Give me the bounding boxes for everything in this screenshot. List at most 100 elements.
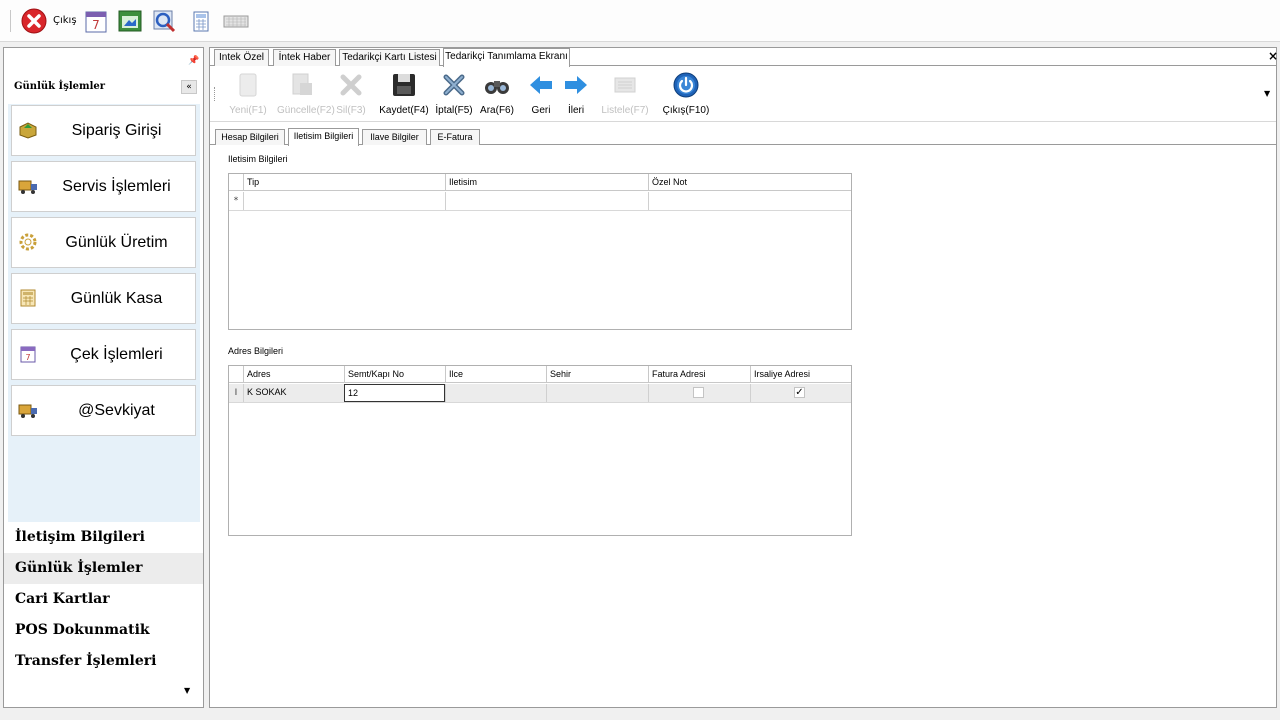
nav-group-gunluk[interactable]: Günlük İşlemler [4, 553, 203, 584]
table-row[interactable]: * [229, 192, 851, 211]
svg-text:7: 7 [92, 18, 100, 32]
column-header[interactable]: Iletisim [445, 174, 648, 191]
nav-button-cek[interactable]: 7 Çek İşlemleri [11, 329, 196, 380]
close-icon[interactable]: × [1268, 49, 1278, 63]
cancel-button[interactable]: İptal(F5) [435, 69, 473, 119]
nav-group-pos[interactable]: POS Dokunmatik [4, 615, 203, 646]
table-cell[interactable] [648, 192, 851, 210]
truck-icon [18, 176, 38, 196]
exit-label[interactable]: Çıkış [53, 15, 77, 26]
update-icon [288, 71, 316, 99]
new-button[interactable]: Yeni(F1) [229, 69, 267, 119]
contact-grid: Tip Iletisim Özel Not * [228, 173, 852, 330]
forward-button[interactable]: İleri [561, 69, 591, 119]
tab-tedarikci-listesi[interactable]: Tedarikçi Kartı Listesi [339, 49, 440, 66]
update-button[interactable]: Güncelle(F2) [277, 69, 335, 119]
tab-intek-ozel[interactable]: Intek Özel [214, 49, 269, 66]
table-cell[interactable] [243, 192, 445, 210]
irsaliye-adresi-cell[interactable]: ✓ [750, 384, 851, 402]
ribbon-grip [214, 87, 216, 101]
row-edit-indicator: I [234, 388, 238, 398]
save-icon [390, 71, 418, 99]
collapse-icon[interactable]: « [181, 80, 197, 94]
column-header[interactable]: Semt/Kapı No [344, 366, 445, 383]
list-button[interactable]: Listele(F7) [601, 69, 649, 119]
cancel-icon [440, 71, 468, 99]
svg-text:7: 7 [25, 353, 30, 362]
document-tabs: Intek Özel İntek Haber Tedarikçi Kartı L… [210, 48, 1278, 67]
chevron-down-icon[interactable]: ▼ [184, 686, 190, 695]
semt-kapi-no-input[interactable]: 12 [344, 384, 445, 402]
save-button[interactable]: Kaydet(F4) [378, 69, 430, 119]
search-button[interactable]: Ara(F6) [480, 69, 514, 119]
subtab-ilave[interactable]: Ilave Bilgiler [362, 129, 427, 145]
calculator-icon [18, 288, 38, 308]
delete-icon [337, 71, 365, 99]
main-panel: Intek Özel İntek Haber Tedarikçi Kartı L… [209, 47, 1278, 708]
fatura-adresi-cell[interactable] [648, 384, 750, 402]
calendar-icon: 7 [18, 344, 38, 364]
contact-grid-title: Iletisim Bilgileri [228, 154, 288, 164]
ribbon-overflow-icon[interactable]: ▼ [1264, 89, 1270, 98]
nav-group-list: İletişim Bilgileri Günlük İşlemler Cari … [4, 522, 203, 707]
gear-icon [18, 232, 38, 252]
column-header[interactable]: Ilce [445, 366, 546, 383]
table-row[interactable]: I K SOKAK 12 ✓ [229, 384, 851, 403]
column-header[interactable]: Fatura Adresi [648, 366, 750, 383]
arrow-left-icon [527, 71, 555, 99]
column-header[interactable]: Sehir [546, 366, 648, 383]
table-cell[interactable] [445, 192, 648, 210]
status-bar [0, 712, 1280, 720]
ilce-cell[interactable] [445, 384, 546, 402]
new-icon [234, 71, 262, 99]
power-icon [672, 71, 700, 99]
new-row-indicator: * [233, 196, 239, 206]
top-toolbar: Çıkış 7 [0, 0, 1280, 42]
exit-ribbon-button[interactable]: Çıkış(F10) [661, 69, 711, 119]
column-header[interactable]: Tip [243, 174, 445, 191]
binoculars-icon [483, 71, 511, 99]
address-cell[interactable]: K SOKAK [243, 384, 344, 402]
order-icon [18, 120, 38, 140]
column-header[interactable]: Özel Not [648, 174, 851, 191]
nav-button-kasa[interactable]: Günlük Kasa [11, 273, 196, 324]
keyboard-icon[interactable] [222, 7, 250, 35]
arrow-right-icon [562, 71, 590, 99]
tab-tedarikci-tanimlama[interactable]: Tedarikçi Tanımlama Ekranı [443, 48, 570, 67]
subtab-efatura[interactable]: E-Fatura [430, 129, 480, 145]
left-navigation-panel: 📌 Günlük İşlemler « Sipariş Girişi Servi… [3, 47, 204, 708]
detail-tabs: Hesap Bilgileri Iletisim Bilgileri Ilave… [210, 128, 1276, 146]
subtab-iletisim[interactable]: Iletisim Bilgileri [288, 128, 359, 146]
fatura-adresi-checkbox[interactable] [693, 387, 704, 398]
calendar-icon[interactable]: 7 [82, 7, 110, 35]
tab-intek-haber[interactable]: İntek Haber [273, 49, 336, 66]
action-ribbon: Yeni(F1) Güncelle(F2) Sil(F3) Kaydet(F4)… [210, 67, 1276, 122]
column-header[interactable]: Irsaliye Adresi [750, 366, 851, 383]
address-grid: Adres Semt/Kapı No Ilce Sehir Fatura Adr… [228, 365, 852, 536]
column-header[interactable]: Adres [243, 366, 344, 383]
calculator-icon[interactable] [190, 7, 212, 35]
delete-button[interactable]: Sil(F3) [336, 69, 366, 119]
contact-grid-header: Tip Iletisim Özel Not [229, 174, 851, 191]
window-icon[interactable] [116, 7, 144, 35]
address-grid-title: Adres Bilgileri [228, 346, 284, 356]
nav-button-sevkiyat[interactable]: @Sevkiyat [11, 385, 196, 436]
nav-button-servis[interactable]: Servis İşlemleri [11, 161, 196, 212]
sehir-cell[interactable] [546, 384, 648, 402]
truck-icon [18, 400, 38, 420]
nav-button-siparis[interactable]: Sipariş Girişi [11, 105, 196, 156]
toolbar-grip [10, 10, 11, 32]
nav-header: 📌 Günlük İşlemler « [4, 48, 203, 104]
nav-button-uretim[interactable]: Günlük Üretim [11, 217, 196, 268]
exit-icon[interactable] [20, 7, 48, 35]
pin-icon[interactable]: 📌 [188, 56, 199, 66]
nav-group-transfer[interactable]: Transfer İşlemleri [4, 646, 203, 677]
list-icon [611, 71, 639, 99]
nav-title: Günlük İşlemler [14, 81, 106, 92]
nav-group-iletisim[interactable]: İletişim Bilgileri [4, 522, 203, 553]
nav-group-cari[interactable]: Cari Kartlar [4, 584, 203, 615]
irsaliye-adresi-checkbox[interactable]: ✓ [794, 387, 805, 398]
subtab-hesap[interactable]: Hesap Bilgileri [215, 129, 285, 145]
search-settings-icon[interactable] [150, 7, 178, 35]
back-button[interactable]: Geri [526, 69, 556, 119]
